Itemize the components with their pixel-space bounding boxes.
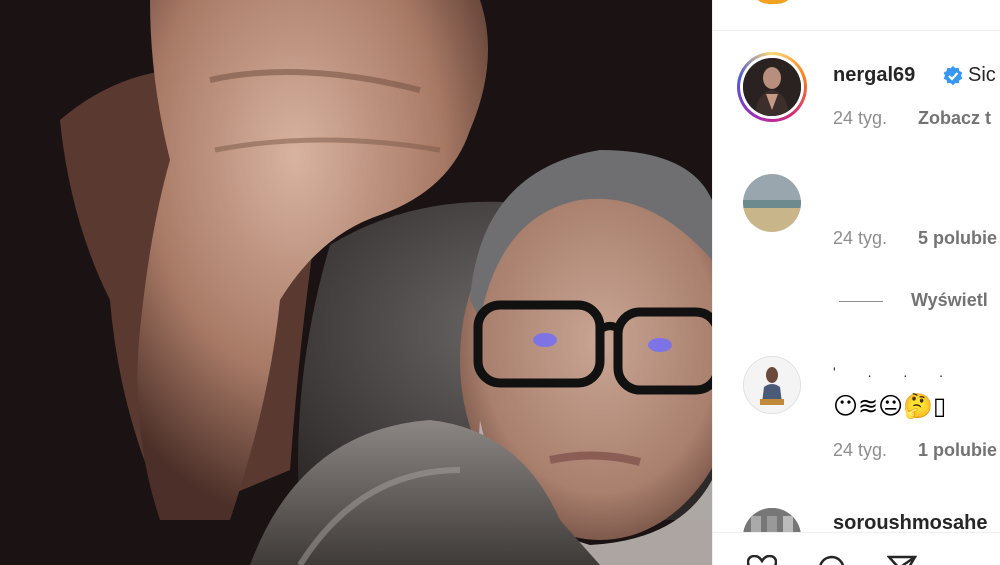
share-icon[interactable] (887, 555, 917, 565)
comment-icon[interactable] (817, 555, 847, 565)
post-age[interactable]: 24 tyg. (833, 108, 887, 129)
comment-age[interactable]: 24 tyg. (833, 228, 887, 249)
author-avatar[interactable] (743, 58, 801, 116)
commenter-avatar[interactable] (743, 174, 801, 232)
view-replies-button[interactable]: Wyświetl (911, 290, 988, 311)
comment-likes[interactable]: 5 polubie (918, 228, 997, 249)
see-translation-button[interactable]: Zobacz t (918, 108, 991, 129)
comment-username[interactable]: ' . . . (833, 364, 957, 380)
heart-icon[interactable] (747, 555, 777, 565)
commenter-avatar[interactable] (743, 356, 801, 414)
selfie-photo (0, 0, 712, 565)
comment-age[interactable]: 24 tyg. (833, 440, 887, 461)
action-bar (713, 532, 1000, 565)
author-username[interactable]: nergal69 (833, 64, 915, 87)
comments-panel: nergal69 Sic 24 tyg. Zobacz t 24 tyg. 5 … (712, 0, 1000, 565)
previous-avatar[interactable] (751, 0, 795, 4)
comment-likes[interactable]: 1 polubie (918, 440, 997, 461)
header-divider (713, 30, 1000, 31)
comment-text: 😶≋😐🤔▯ (833, 392, 947, 420)
caption-text: Sic (968, 64, 996, 86)
verified-badge-icon (943, 66, 963, 86)
replies-divider (839, 301, 883, 302)
post-image[interactable] (0, 0, 712, 565)
